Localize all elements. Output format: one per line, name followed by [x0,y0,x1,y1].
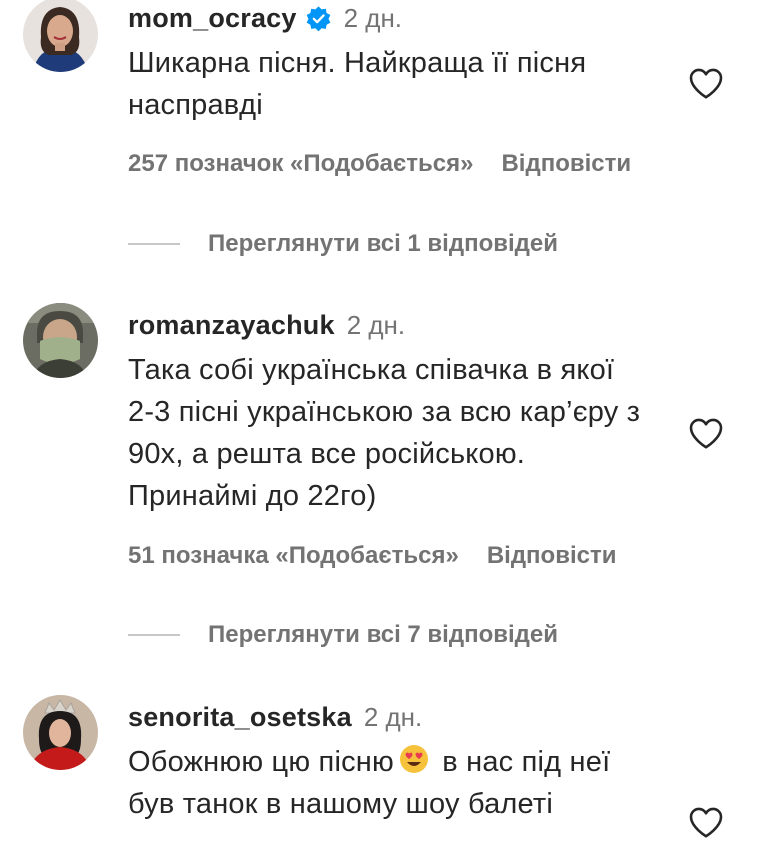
comment-meta: 51 позначка «Подобається» Відповісти [128,542,616,570]
username[interactable]: romanzayachuk [128,307,335,343]
avatar-image [23,695,98,770]
divider-line [128,634,180,636]
likes-count[interactable]: 257 позначок «Подобається» [128,150,473,177]
comment-meta: 257 позначок «Подобається» Відповісти [128,150,631,178]
username[interactable]: mom_ocracy [128,0,297,36]
heart-outline-icon[interactable] [688,805,724,839]
reply-button[interactable]: Відповісти [501,150,631,177]
avatar[interactable] [23,0,98,72]
avatar-image [23,0,98,72]
view-replies-button[interactable]: Переглянути всі 7 відповідей [128,621,558,649]
view-replies-button[interactable]: Переглянути всі 1 відповідей [128,230,558,258]
view-replies-label: Переглянути всі 1 відповідей [208,230,558,257]
view-replies-label: Переглянути всі 7 відповідей [208,621,558,648]
comment-text-part: Обожнюю цю пісню [128,746,394,778]
comment-text: Шикарна пісня. Найкраща її пісня насправ… [128,47,587,121]
avatar[interactable] [23,303,98,378]
heart-eyes-emoji [398,743,430,775]
avatar[interactable] [23,695,98,770]
comment-text: Обожнюю цю пісню в нас під неї був танок… [128,741,648,825]
comment-time: 2 дн. [363,702,423,732]
heart-outline-icon[interactable] [688,66,724,100]
avatar-image [23,303,98,378]
comment-text: Така собі українська співачка в якої 2-3… [128,354,641,512]
likes-count[interactable]: 51 позначка «Подобається» [128,542,459,569]
username[interactable]: senorita_osetska [128,699,352,735]
reply-button[interactable]: Відповісти [487,542,617,569]
verified-badge-icon [305,5,332,32]
comment-time: 2 дн. [343,3,403,33]
divider-line [128,243,180,245]
comment-time: 2 дн. [346,310,406,340]
heart-outline-icon[interactable] [688,416,724,450]
